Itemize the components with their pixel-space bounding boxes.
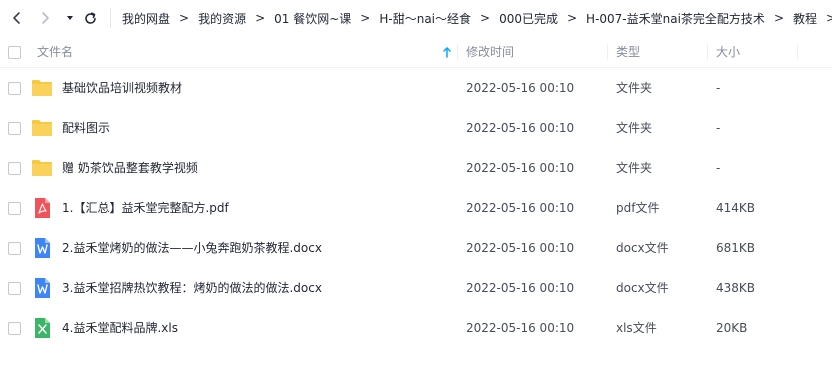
breadcrumb: 我的网盘 > 我的资源 > 01 餐饮网~课 > H-甜～nai～经食 > 00…: [122, 0, 832, 36]
breadcrumb-separator: >: [255, 11, 266, 25]
file-type: 文件夹: [616, 161, 653, 175]
row-checkbox[interactable]: [8, 202, 21, 215]
pdf-file-icon: [35, 198, 50, 218]
folder-icon: [32, 80, 52, 96]
breadcrumb-item[interactable]: H-甜～nai～经食: [379, 10, 471, 27]
file-name[interactable]: 3.益禾堂招牌热饮教程：烤奶的做法的做法.docx: [62, 268, 322, 308]
column-header-name[interactable]: 文件名: [37, 36, 73, 68]
row-checkbox[interactable]: [8, 162, 21, 175]
file-type: docx文件: [616, 241, 669, 255]
file-size: -: [716, 81, 721, 95]
breadcrumb-separator: >: [773, 11, 784, 25]
breadcrumb-item[interactable]: 我的资源: [198, 10, 246, 27]
file-size: -: [716, 121, 721, 135]
column-divider: [797, 44, 798, 60]
word-file-icon: [35, 278, 50, 298]
file-size: 20KB: [716, 321, 748, 335]
file-modified: 2022-05-16 00:10: [466, 201, 575, 215]
breadcrumb-item-current[interactable]: 教程: [793, 10, 817, 27]
breadcrumb-item[interactable]: 我的网盘: [122, 10, 170, 27]
file-modified: 2022-05-16 00:10: [466, 241, 575, 255]
file-size: 681KB: [716, 241, 756, 255]
arrow-up-icon[interactable]: [442, 46, 452, 58]
breadcrumb-separator: >: [566, 11, 578, 25]
word-file-icon: [35, 238, 50, 258]
back-button[interactable]: [7, 8, 27, 28]
row-checkbox[interactable]: [8, 82, 21, 95]
forward-button[interactable]: [35, 8, 55, 28]
history-dropdown-button[interactable]: [60, 8, 80, 28]
chevron-left-icon: [13, 12, 20, 24]
row-checkbox[interactable]: [8, 282, 21, 295]
file-name[interactable]: 4.益禾堂配料品牌.xls: [62, 308, 178, 348]
file-row[interactable]: 2.益禾堂烤奶的做法——小兔奔跑奶茶教程.docx 2022-05-16 00:…: [0, 228, 832, 268]
file-row[interactable]: 1.【汇总】益禾堂完整配方.pdf 2022-05-16 00:10 pdf文件…: [0, 188, 832, 228]
file-modified: 2022-05-16 00:10: [466, 281, 575, 295]
column-header-type[interactable]: 类型: [616, 36, 640, 68]
file-row[interactable]: 3.益禾堂招牌热饮教程：烤奶的做法的做法.docx 2022-05-16 00:…: [0, 268, 832, 308]
refresh-button[interactable]: [80, 8, 100, 28]
breadcrumb-item[interactable]: 000已完成: [499, 10, 558, 27]
file-row[interactable]: 基础饮品培训视频教材 2022-05-16 00:10 文件夹 -: [0, 68, 832, 108]
breadcrumb-item[interactable]: 01 餐饮网~课: [274, 10, 351, 27]
breadcrumb-item[interactable]: H-007-益禾堂nai茶完全配方技术: [586, 10, 765, 27]
file-type: 文件夹: [616, 121, 653, 135]
column-header-size[interactable]: 大小: [716, 36, 740, 68]
breadcrumb-separator: >: [360, 11, 371, 25]
file-type: 文件夹: [616, 81, 653, 95]
file-row[interactable]: 赠 奶茶饮品整套教学视频 2022-05-16 00:10 文件夹 -: [0, 148, 832, 188]
file-row[interactable]: 配料图示 2022-05-16 00:10 文件夹 -: [0, 108, 832, 148]
folder-icon: [32, 120, 52, 136]
chevron-right-icon: [42, 12, 49, 24]
file-type: xls文件: [616, 321, 657, 335]
column-divider: [707, 44, 708, 60]
row-checkbox[interactable]: [8, 122, 21, 135]
file-name[interactable]: 1.【汇总】益禾堂完整配方.pdf: [62, 188, 229, 228]
toolbar-divider: [110, 8, 111, 28]
file-size: 438KB: [716, 281, 756, 295]
file-type: docx文件: [616, 281, 669, 295]
file-modified: 2022-05-16 00:10: [466, 161, 575, 175]
file-modified: 2022-05-16 00:10: [466, 81, 575, 95]
file-name[interactable]: 赠 奶茶饮品整套教学视频: [62, 148, 198, 188]
file-name[interactable]: 基础饮品培训视频教材: [62, 68, 182, 108]
file-name[interactable]: 2.益禾堂烤奶的做法——小兔奔跑奶茶教程.docx: [62, 228, 322, 268]
file-list-header: 文件名 修改时间 类型 大小: [0, 36, 832, 68]
file-name[interactable]: 配料图示: [62, 108, 110, 148]
breadcrumb-separator: >: [480, 11, 491, 25]
row-checkbox[interactable]: [8, 242, 21, 255]
column-header-modified[interactable]: 修改时间: [466, 36, 514, 68]
toolbar: 我的网盘 > 我的资源 > 01 餐饮网~课 > H-甜～nai～经食 > 00…: [0, 0, 832, 36]
select-all-checkbox[interactable]: [8, 46, 21, 59]
excel-file-icon: [35, 318, 50, 338]
caret-down-icon: [67, 16, 73, 20]
file-size: 414KB: [716, 201, 756, 215]
column-divider: [457, 44, 458, 60]
file-type: pdf文件: [616, 201, 660, 215]
file-row[interactable]: 4.益禾堂配料品牌.xls 2022-05-16 00:10 xls文件 20K…: [0, 308, 832, 348]
file-size: -: [716, 161, 721, 175]
column-divider: [607, 44, 608, 60]
breadcrumb-separator: >: [179, 11, 190, 25]
row-checkbox[interactable]: [8, 322, 21, 335]
breadcrumb-separator: >: [826, 11, 832, 25]
file-modified: 2022-05-16 00:10: [466, 321, 575, 335]
folder-icon: [32, 160, 52, 176]
file-modified: 2022-05-16 00:10: [466, 121, 575, 135]
refresh-icon: [84, 11, 96, 24]
